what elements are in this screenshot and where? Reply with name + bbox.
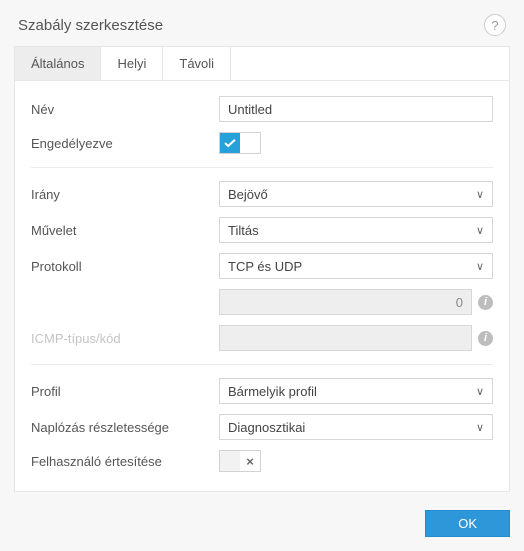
separator <box>31 364 493 365</box>
form-body: Név Engedélyezve <box>15 81 509 491</box>
row-notify: Felhasználó értesítése × <box>31 445 493 477</box>
label-name: Név <box>31 102 219 117</box>
separator <box>31 167 493 168</box>
logging-select[interactable]: Diagnosztikai ∨ <box>219 414 493 440</box>
row-enabled: Engedélyezve <box>31 127 493 159</box>
action-select[interactable]: Tiltás ∨ <box>219 217 493 243</box>
row-direction: Irány Bejövő ∨ <box>31 176 493 212</box>
info-icon[interactable]: i <box>478 331 493 346</box>
label-direction: Irány <box>31 187 219 202</box>
row-protocol-number: i <box>31 284 493 320</box>
icmp-input <box>219 325 472 351</box>
label-profile: Profil <box>31 384 219 399</box>
direction-value: Bejövő <box>228 187 268 202</box>
row-icmp: ICMP-típus/kód i <box>31 320 493 356</box>
dialog-header: Szabály szerkesztése ? <box>0 0 524 46</box>
row-logging: Naplózás részletessége Diagnosztikai ∨ <box>31 409 493 445</box>
row-name: Név <box>31 91 493 127</box>
tab-bar: Általános Helyi Távoli <box>15 47 509 81</box>
label-enabled: Engedélyezve <box>31 136 219 151</box>
chevron-down-icon: ∨ <box>476 188 484 201</box>
protocol-number-input <box>219 289 472 315</box>
tab-general[interactable]: Általános <box>15 47 101 80</box>
profile-value: Bármelyik profil <box>228 384 317 399</box>
info-icon[interactable]: i <box>478 295 493 310</box>
logging-value: Diagnosztikai <box>228 420 305 435</box>
protocol-value: TCP és UDP <box>228 259 302 274</box>
rule-editor-dialog: Szabály szerkesztése ? Általános Helyi T… <box>0 0 524 512</box>
dialog-title: Szabály szerkesztése <box>18 17 163 34</box>
tab-local[interactable]: Helyi <box>101 47 163 80</box>
label-logging: Naplózás részletessége <box>31 420 219 435</box>
content-panel: Általános Helyi Távoli Név Engedélyezve <box>14 46 510 492</box>
chevron-down-icon: ∨ <box>476 224 484 237</box>
row-action: Művelet Tiltás ∨ <box>31 212 493 248</box>
tab-remote[interactable]: Távoli <box>163 47 231 80</box>
direction-select[interactable]: Bejövő ∨ <box>219 181 493 207</box>
label-notify: Felhasználó értesítése <box>31 454 219 469</box>
label-protocol: Protokoll <box>31 259 219 274</box>
x-icon: × <box>246 455 254 468</box>
label-action: Művelet <box>31 223 219 238</box>
dialog-footer: OK <box>0 502 524 551</box>
help-icon[interactable]: ? <box>484 14 506 36</box>
enabled-toggle[interactable] <box>219 132 261 154</box>
chevron-down-icon: ∨ <box>476 421 484 434</box>
chevron-down-icon: ∨ <box>476 385 484 398</box>
chevron-down-icon: ∨ <box>476 260 484 273</box>
row-profile: Profil Bármelyik profil ∨ <box>31 373 493 409</box>
action-value: Tiltás <box>228 223 259 238</box>
notify-toggle[interactable]: × <box>219 450 261 472</box>
profile-select[interactable]: Bármelyik profil ∨ <box>219 378 493 404</box>
label-icmp: ICMP-típus/kód <box>31 331 219 346</box>
protocol-select[interactable]: TCP és UDP ∨ <box>219 253 493 279</box>
name-input[interactable] <box>219 96 493 122</box>
check-icon <box>224 139 236 148</box>
ok-button[interactable]: OK <box>425 510 510 537</box>
row-protocol: Protokoll TCP és UDP ∨ <box>31 248 493 284</box>
